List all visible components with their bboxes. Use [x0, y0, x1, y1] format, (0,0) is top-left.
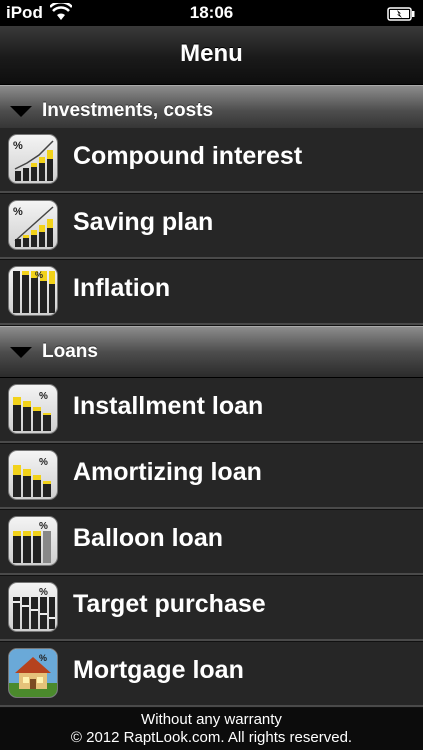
balloon-loan-chart-icon: % [8, 516, 58, 566]
menu-item-label: Amortizing loan [73, 458, 262, 486]
mortgage-loan-house-icon: % [8, 648, 58, 698]
clock: 18:06 [189, 3, 234, 22]
amortizing-loan-chart-icon: % [8, 450, 58, 500]
svg-text:%: % [39, 521, 48, 532]
menu-item-label: Mortgage loan [73, 656, 244, 684]
inflation-chart-icon: % [8, 266, 58, 316]
installment-loan-chart-icon: % [8, 384, 58, 434]
menu-item-label: Installment loan [73, 392, 264, 420]
menu-item-label: Balloon loan [73, 524, 223, 552]
menu-item-label: Inflation [73, 274, 171, 302]
svg-text:%: % [13, 140, 23, 152]
menu-item-target-purchase[interactable]: % Target purchase [0, 576, 423, 641]
menu-item-label: Target purchase [73, 590, 266, 618]
collapse-triangle-icon [10, 106, 32, 117]
navigation-bar: Menu [0, 26, 423, 85]
battery-charging-icon [387, 6, 415, 26]
status-bar: iPod 18:06 [0, 0, 423, 26]
svg-text:%: % [13, 206, 23, 218]
copyright-text: © 2012 RaptLook.com. All rights reserved… [70, 729, 353, 746]
section-label: Loans [42, 341, 98, 362]
svg-text:%: % [39, 391, 48, 402]
menu-item-installment-loan[interactable]: % Installment loan [0, 378, 423, 443]
footer: Without any warranty © 2012 RaptLook.com… [0, 708, 423, 750]
menu-item-amortizing-loan[interactable]: % Amortizing loan [0, 444, 423, 509]
saving-plan-chart-icon: % [8, 200, 58, 250]
menu-item-saving-plan[interactable]: % Saving plan [0, 194, 423, 259]
menu-item-mortgage-loan[interactable]: % Mortgage loan [0, 642, 423, 707]
menu-item-label: Saving plan [73, 208, 214, 236]
compound-interest-chart-icon: % [8, 134, 58, 184]
svg-text:%: % [35, 270, 43, 280]
warranty-note: Without any warranty [141, 711, 282, 728]
page-title: Menu [180, 40, 243, 67]
svg-text:%: % [39, 587, 48, 598]
collapse-triangle-icon [10, 347, 32, 358]
menu-item-label: Compound interest [73, 142, 303, 170]
svg-text:%: % [39, 457, 48, 468]
target-purchase-chart-icon: % [8, 582, 58, 632]
section-header-loans[interactable]: Loans [0, 326, 423, 378]
svg-text:%: % [39, 653, 47, 663]
menu-item-inflation[interactable]: % Inflation [0, 260, 423, 325]
menu-item-compound-interest[interactable]: % Compound interest [0, 128, 423, 193]
menu-item-balloon-loan[interactable]: % Balloon loan [0, 510, 423, 575]
section-label: Investments, costs [42, 100, 214, 121]
